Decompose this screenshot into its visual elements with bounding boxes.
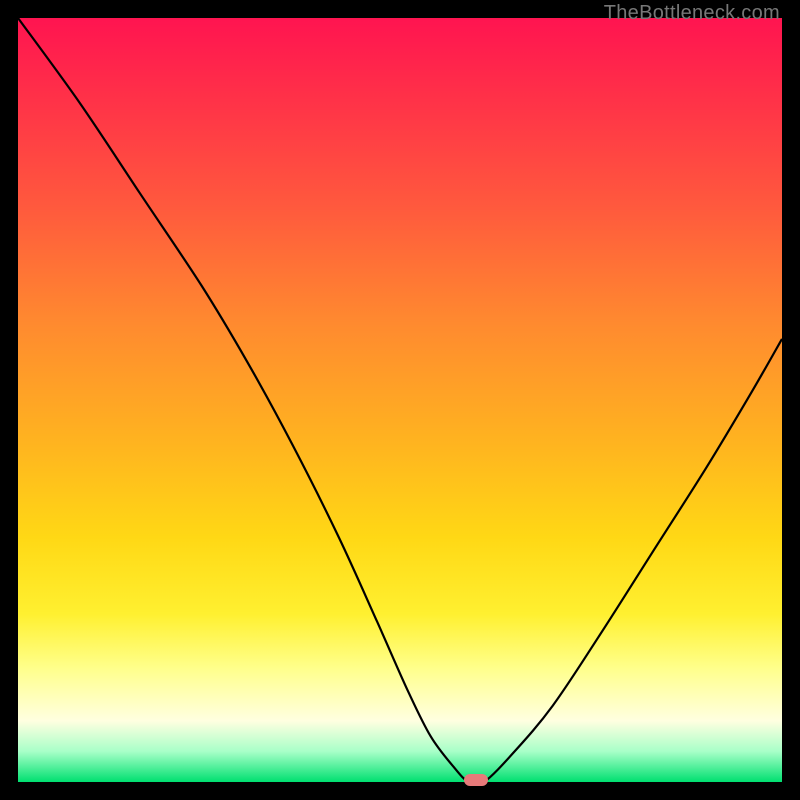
chart-frame: TheBottleneck.com	[0, 0, 800, 800]
optimal-marker	[464, 774, 488, 786]
attribution-text: TheBottleneck.com	[604, 2, 780, 25]
bottleneck-curve	[18, 18, 782, 785]
curve-layer	[18, 18, 782, 782]
